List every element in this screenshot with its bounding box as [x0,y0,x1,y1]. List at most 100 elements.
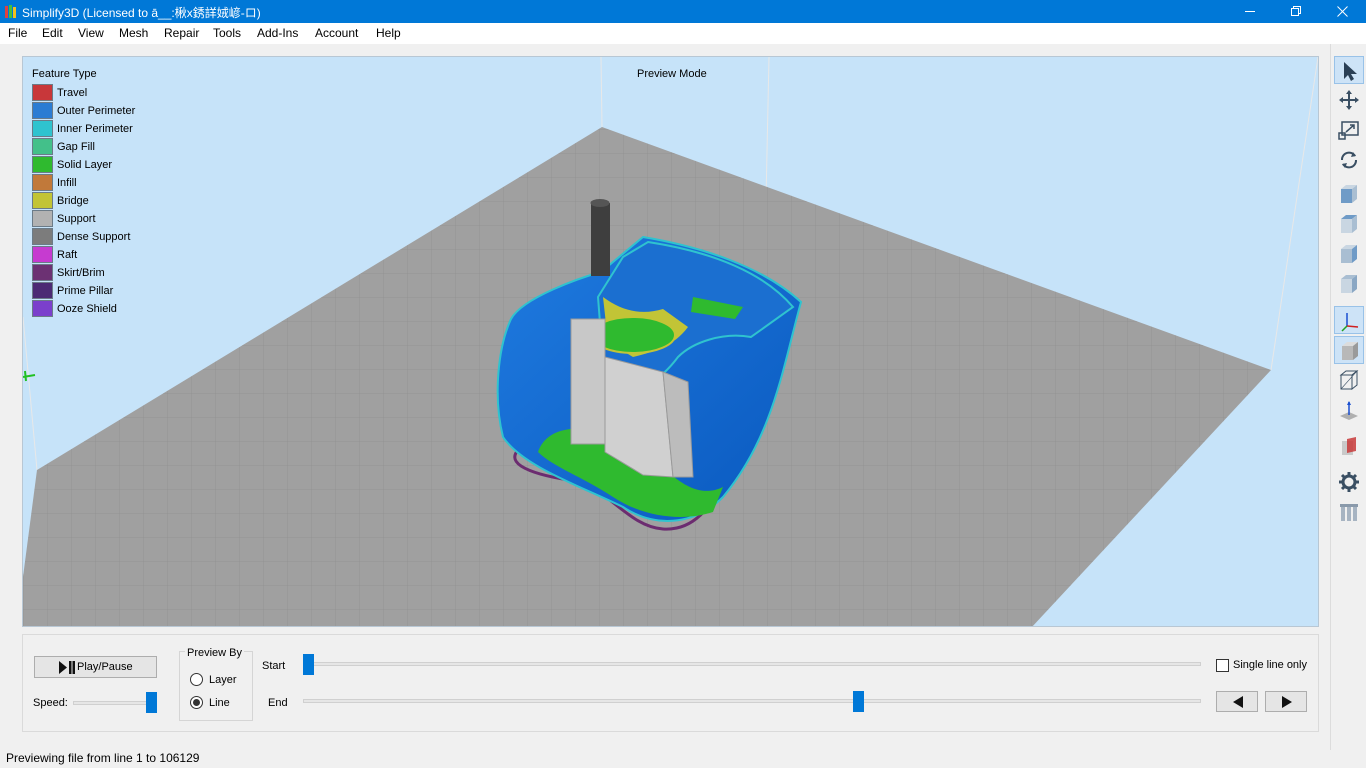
ground-plane-icon [1340,401,1358,420]
legend-label: Skirt/Brim [57,267,105,279]
solid-cube-icon [1342,342,1358,360]
legend-swatch [32,156,53,173]
build-scene[interactable] [23,57,1319,627]
play-pause-button[interactable]: Play/Pause [34,656,157,678]
scale-icon [1338,121,1359,140]
move-icon [1339,90,1359,110]
speed-slider-thumb[interactable] [146,692,157,713]
legend-label: Inner Perimeter [57,123,133,135]
legend-label: Travel [57,87,88,99]
title-bar: Simplify3D (Licensed to ā__:楸x銹詳娀嵃-ロ) [0,0,1366,23]
legend-swatch [32,228,53,245]
minimize-icon [1245,11,1255,12]
preview-by-layer-label: Layer [209,674,237,686]
legend-swatch [32,174,53,191]
preview-controls: Play/Pause Speed: Preview By Layer Line … [22,634,1319,732]
preview-by-line-radio[interactable] [190,696,203,709]
legend-swatch [32,264,53,281]
wireframe-cube-icon [1339,369,1359,391]
preview-by-line-label: Line [209,697,230,709]
previous-line-button[interactable] [1216,691,1258,712]
menu-mesh[interactable]: Mesh [119,26,148,40]
legend-label: Gap Fill [57,141,95,153]
prime-pillar [591,203,610,276]
single-line-label: Single line only [1233,659,1307,671]
legend-swatch [32,246,53,263]
preview-by-title: Preview By [185,647,245,659]
play-pause-icon [59,661,75,674]
restore-button[interactable] [1274,0,1320,23]
menu-file[interactable]: File [8,26,27,40]
next-line-button[interactable] [1265,691,1307,712]
settings-button[interactable] [1334,468,1364,496]
supports-icon [1340,504,1358,521]
preview-by-group [179,651,253,721]
status-text: Previewing file from line 1 to 106129 [6,751,200,765]
legend-swatch [32,192,53,209]
menu-repair[interactable]: Repair [164,26,199,40]
view-front-cube-icon [1341,185,1357,203]
start-slider-thumb[interactable] [303,654,314,675]
single-line-checkbox[interactable] [1216,659,1229,672]
status-bar: Previewing file from line 1 to 106129 [0,750,1366,768]
rotate-icon [1341,151,1357,169]
view-left-cube-icon [1341,245,1357,263]
build-volume-edge [600,57,603,128]
view-top-button[interactable] [1334,210,1364,238]
menu-edit[interactable]: Edit [42,26,63,40]
rotate-tool-button[interactable] [1334,146,1364,174]
supports-button[interactable] [1334,498,1364,526]
close-button[interactable] [1320,0,1366,23]
legend-label: Dense Support [57,231,131,243]
legend-label: Ooze Shield [57,303,117,315]
prime-pillar-top [590,199,610,207]
legend-title: Feature Type [32,68,97,80]
speed-slider-track[interactable] [73,701,157,705]
legend-swatch [32,282,53,299]
settings-gear-icon [1339,472,1359,492]
end-slider-track[interactable] [303,699,1201,703]
menu-tools[interactable]: Tools [213,26,241,40]
legend-swatch [32,84,53,101]
view-left-button[interactable] [1334,240,1364,268]
speed-label: Speed: [33,697,68,709]
legend-label: Bridge [57,195,89,207]
preview-by-layer-radio[interactable] [190,673,203,686]
solid-view-button[interactable] [1334,336,1364,364]
minimize-button[interactable] [1228,0,1274,23]
view-toolbar [1330,44,1366,750]
preview-mode-label: Preview Mode [637,68,707,80]
preview-viewport[interactable]: Feature Type Travel Outer Perimeter Inner … [22,56,1319,627]
menu-add-ins[interactable]: Add-Ins [257,26,298,40]
menu-account[interactable]: Account [315,26,358,40]
arrow-right-icon [1282,696,1292,708]
legend-swatch [32,210,53,227]
menu-view[interactable]: View [78,26,104,40]
legend-swatch [32,102,53,119]
legend-label: Support [57,213,96,225]
legend-swatch [32,138,53,155]
end-label: End [268,697,288,709]
show-axes-button[interactable] [1334,306,1364,334]
view-front-button[interactable] [1334,180,1364,208]
legend-swatch [32,300,53,317]
start-slider-track[interactable] [303,662,1201,666]
close-icon [1337,6,1348,17]
select-cursor-icon [1344,62,1357,81]
start-label: Start [262,660,286,672]
view-right-button[interactable] [1334,270,1364,298]
move-tool-button[interactable] [1334,86,1364,114]
scale-tool-button[interactable] [1334,116,1364,144]
cross-section-button[interactable] [1334,432,1364,460]
legend-label: Prime Pillar [57,285,114,297]
legend-label: Solid Layer [57,159,113,171]
build-volume-edge [1270,57,1318,371]
menu-help[interactable]: Help [376,26,401,40]
end-slider-thumb[interactable] [852,691,864,712]
ground-plane-button[interactable] [1334,396,1364,424]
select-tool-button[interactable] [1334,56,1364,84]
play-pause-label: Play/Pause [77,661,133,673]
legend-label: Outer Perimeter [57,105,136,117]
wireframe-view-button[interactable] [1334,366,1364,394]
view-top-cube-icon [1341,215,1357,233]
